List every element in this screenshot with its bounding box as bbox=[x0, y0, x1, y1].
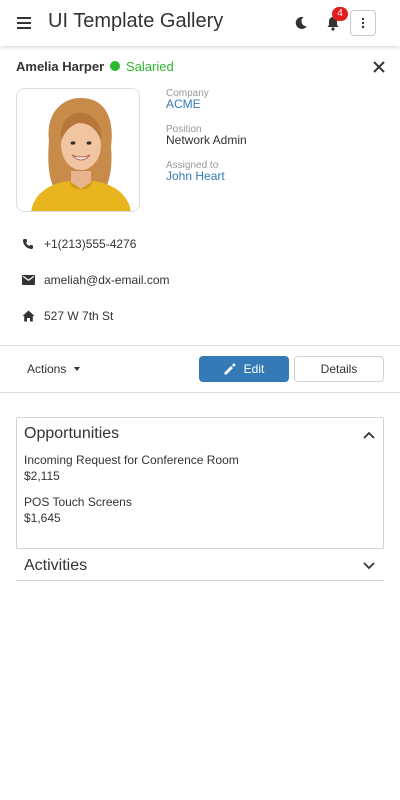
divider bbox=[0, 392, 400, 393]
opportunity-amount: $1,645 bbox=[24, 511, 61, 525]
email-icon bbox=[20, 272, 36, 288]
caret-down-icon bbox=[74, 367, 81, 371]
email-address[interactable]: ameliah@dx-email.com bbox=[44, 273, 170, 287]
actions-dropdown[interactable]: Actions bbox=[16, 356, 90, 382]
activities-title[interactable]: Activities bbox=[24, 557, 87, 575]
vertical-ellipsis-icon[interactable] bbox=[350, 10, 376, 36]
chevron-down-icon[interactable] bbox=[362, 559, 376, 573]
edit-button[interactable]: Edit bbox=[199, 356, 289, 382]
company-link[interactable]: ACME bbox=[166, 97, 201, 111]
hamburger-menu-icon[interactable] bbox=[12, 11, 36, 35]
moon-icon[interactable] bbox=[290, 12, 312, 34]
actions-label: Actions bbox=[27, 362, 67, 376]
pencil-icon bbox=[224, 363, 236, 375]
phone-icon bbox=[20, 236, 36, 252]
position-value: Network Admin bbox=[166, 133, 247, 147]
opportunity-name[interactable]: Incoming Request for Conference Room bbox=[24, 453, 239, 467]
edit-label: Edit bbox=[243, 362, 265, 376]
contact-photo bbox=[16, 88, 140, 212]
divider bbox=[0, 345, 400, 346]
status-label: Salaried bbox=[126, 59, 174, 74]
app-header: UI Template Gallery 4 bbox=[0, 0, 400, 46]
notification-badge: 4 bbox=[332, 7, 348, 21]
contact-name: Amelia Harper bbox=[16, 59, 105, 74]
home-icon bbox=[20, 308, 36, 324]
status-dot-icon bbox=[110, 61, 120, 71]
app-title: UI Template Gallery bbox=[48, 10, 224, 32]
opportunities-title[interactable]: Opportunities bbox=[24, 425, 119, 443]
address: 527 W 7th St bbox=[44, 309, 114, 323]
assigned-link[interactable]: John Heart bbox=[166, 169, 225, 183]
details-button[interactable]: Details bbox=[294, 356, 384, 382]
opportunity-amount: $2,115 bbox=[24, 469, 60, 483]
opportunity-name[interactable]: POS Touch Screens bbox=[24, 495, 132, 509]
chevron-up-icon[interactable] bbox=[362, 428, 376, 442]
phone-number[interactable]: +1(213)555-4276 bbox=[44, 237, 136, 251]
close-icon[interactable] bbox=[370, 58, 388, 76]
